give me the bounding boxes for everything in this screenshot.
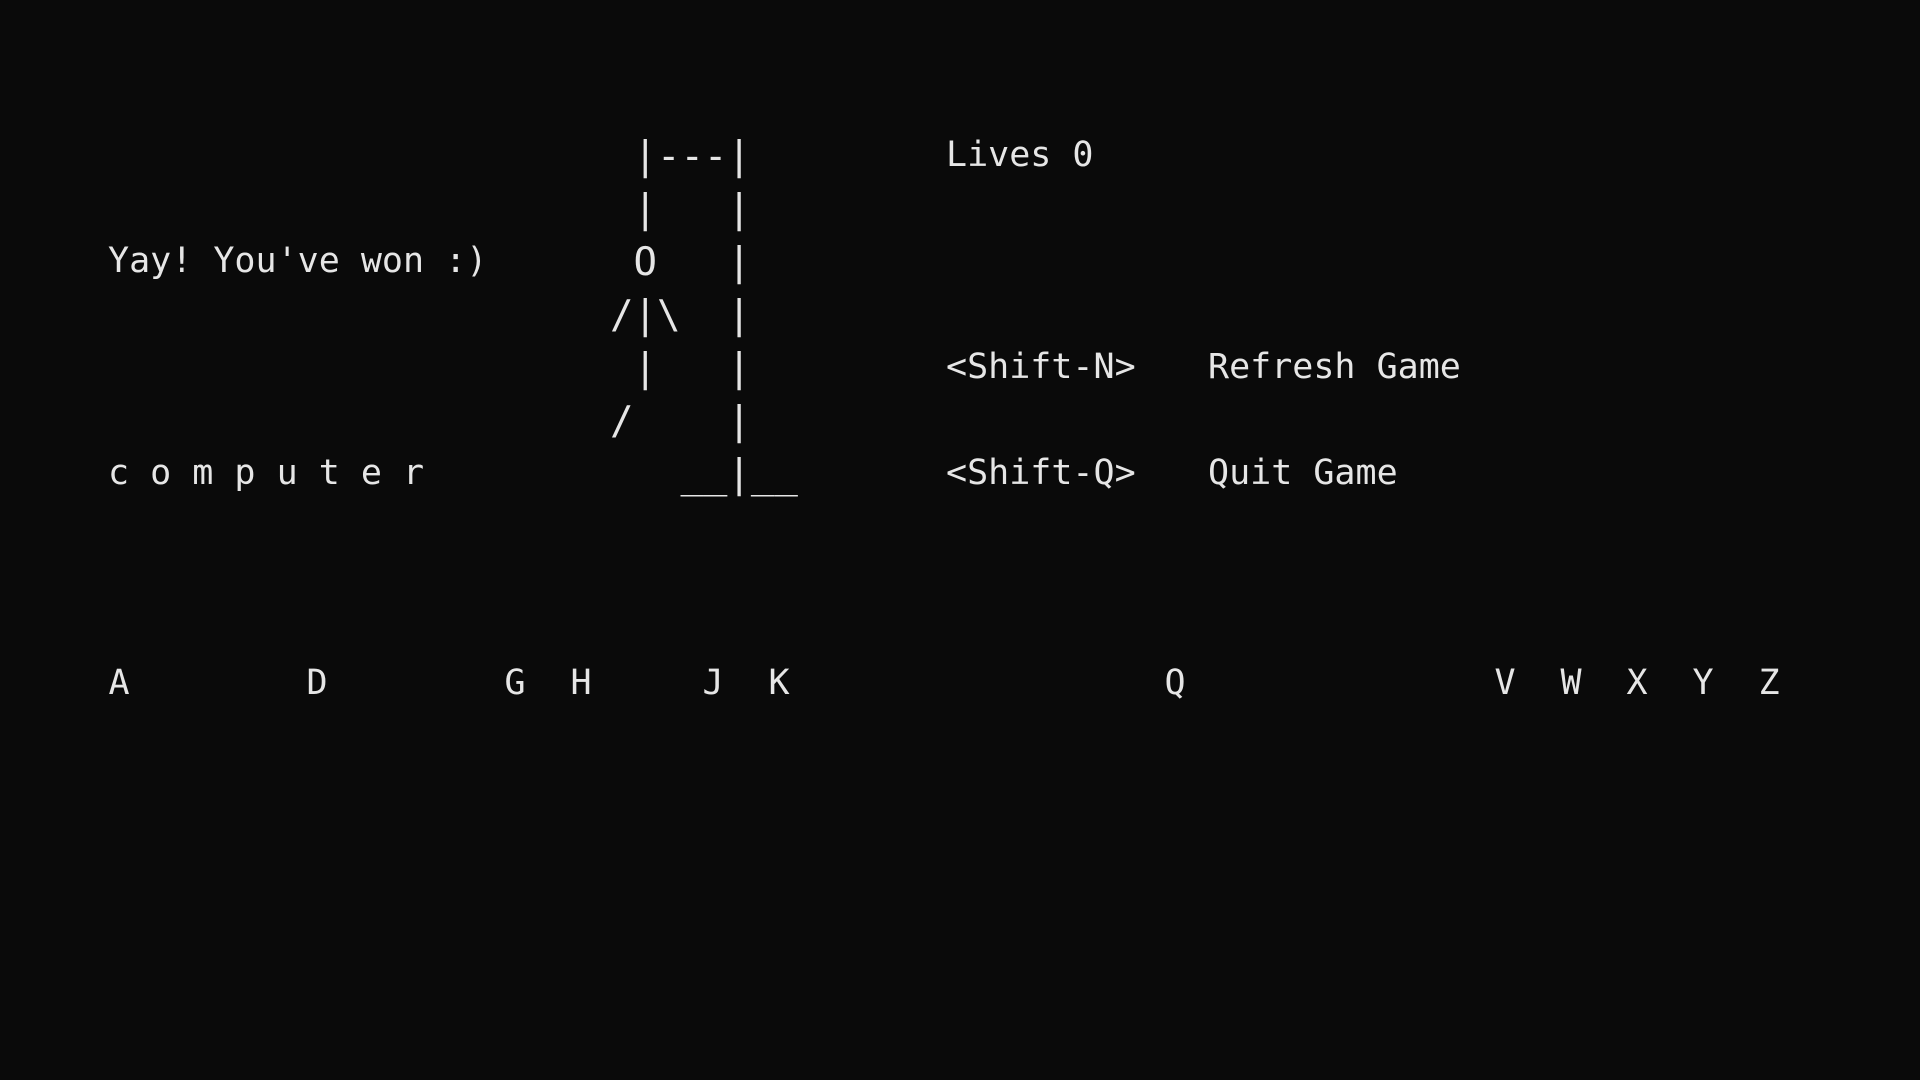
letter-v[interactable]: V bbox=[1483, 666, 1527, 701]
letter-h[interactable]: H bbox=[559, 666, 603, 701]
letter-d[interactable]: D bbox=[295, 666, 339, 701]
letter-k[interactable]: K bbox=[757, 666, 801, 701]
letter-x[interactable]: X bbox=[1615, 666, 1659, 701]
quit-key[interactable]: <Shift-Q> bbox=[946, 456, 1136, 491]
letter-j[interactable]: J bbox=[691, 666, 735, 701]
letter-q[interactable]: Q bbox=[1153, 666, 1197, 701]
win-message: Yay! You've won :) bbox=[108, 241, 488, 281]
letter-a[interactable]: A bbox=[97, 666, 141, 701]
letter-z[interactable]: Z bbox=[1747, 666, 1791, 701]
quit-game-action[interactable]: Quit Game bbox=[1208, 456, 1398, 491]
refresh-key[interactable]: <Shift-N> bbox=[946, 350, 1136, 385]
lives-counter: Lives 0 bbox=[946, 135, 1094, 175]
guessed-word: c o m p u t e r bbox=[108, 453, 425, 493]
letter-y[interactable]: Y bbox=[1681, 666, 1725, 701]
refresh-game-action[interactable]: Refresh Game bbox=[1208, 350, 1461, 385]
letter-g[interactable]: G bbox=[493, 666, 537, 701]
letter-w[interactable]: W bbox=[1549, 666, 1593, 701]
hangman-gallows: |---| | | O | /|\ | | | / | __|__ bbox=[610, 134, 798, 497]
